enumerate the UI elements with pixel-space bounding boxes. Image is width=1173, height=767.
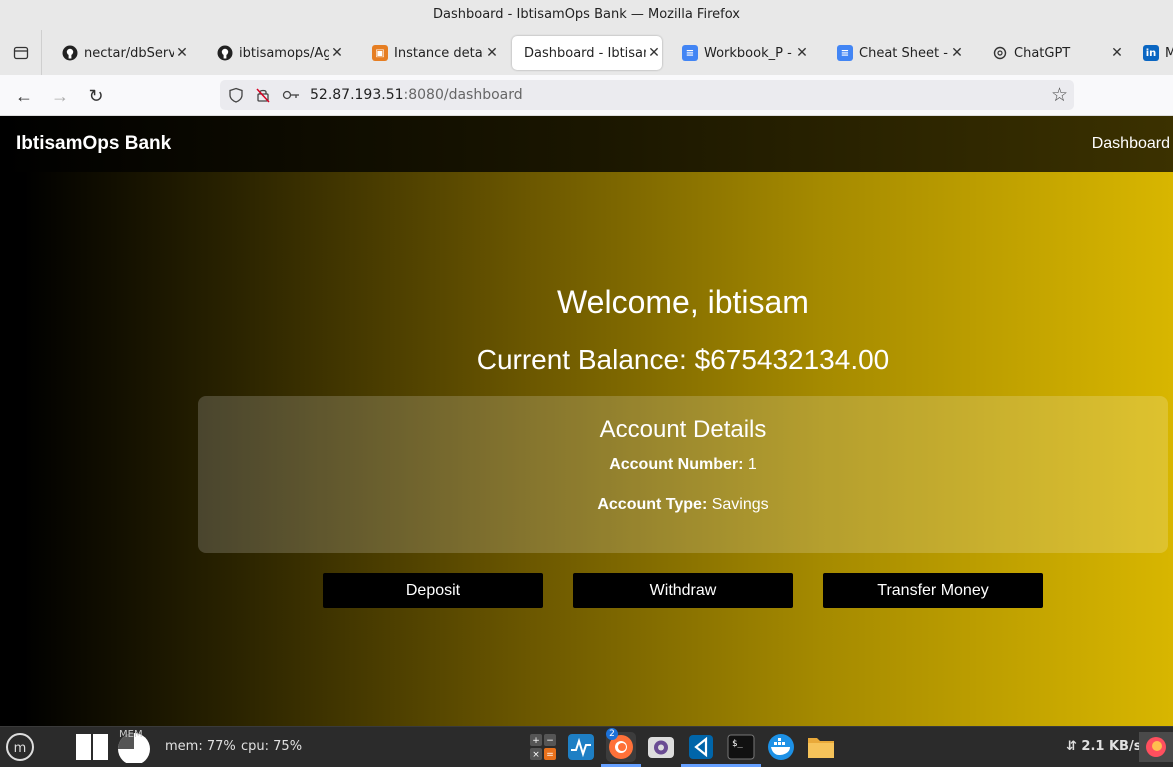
github-icon — [62, 45, 78, 61]
page-viewport: IbtisamOps Bank Dashboard Welcome, ibtis… — [0, 116, 1173, 726]
account-details-title: Account Details — [599, 416, 767, 443]
deposit-button[interactable]: Deposit — [323, 573, 543, 608]
system-monitor-icon[interactable] — [566, 732, 596, 762]
calculator-icon[interactable]: + − × = — [528, 732, 558, 762]
site-brand[interactable]: IbtisamOps Bank — [16, 116, 171, 172]
bookmark-star-icon[interactable]: ☆ — [1051, 84, 1068, 107]
nav-dashboard-link[interactable]: Dashboard — [1092, 116, 1170, 172]
tab-nectar-dbserver[interactable]: nectar/dbServer ✕ — [50, 36, 190, 70]
url-host: 52.87.193.51 — [310, 87, 404, 103]
welcome-heading: Welcome, ibtisam — [557, 284, 809, 320]
current-balance: Current Balance: $675432134.00 — [476, 344, 890, 375]
tab-close-icon[interactable]: ✕ — [1109, 45, 1125, 61]
docker-icon[interactable] — [766, 732, 796, 762]
tab-label: Instance details — [394, 45, 484, 61]
url-path: :8080/dashboard — [403, 87, 523, 103]
tab-workbook[interactable]: ≡ Workbook_P - G ✕ — [670, 36, 810, 70]
linkedin-icon: in — [1143, 45, 1159, 61]
network-speed: ⇵ 2.1 KB/s — [1066, 739, 1142, 754]
tab-label: ibtisamops/Agri — [239, 45, 329, 61]
chatgpt-icon — [992, 45, 1008, 61]
insecure-lock-icon[interactable] — [255, 87, 271, 108]
aws-icon: ▣ — [372, 45, 388, 61]
account-number-row: Account Number: 1 — [198, 456, 1168, 474]
account-type-label: Account Type: — [597, 496, 708, 513]
tab-linkedin[interactable]: in M — [1133, 36, 1173, 70]
tab-list-icon — [13, 46, 28, 59]
tab-label: Workbook_P - G — [704, 45, 794, 61]
back-arrow-icon[interactable]: ← — [11, 83, 37, 109]
tab-close-icon[interactable]: ✕ — [949, 45, 965, 61]
transfer-money-button[interactable]: Transfer Money — [823, 573, 1043, 608]
tab-label: ChatGPT — [1014, 45, 1071, 61]
account-number-value: 1 — [747, 456, 757, 473]
navigation-toolbar: ← → ↻ 52.87.193.51:8080/dashboard ☆ — [0, 75, 1173, 116]
workspace-switcher-icon[interactable] — [75, 732, 109, 762]
tab-instance-details[interactable]: ▣ Instance details ✕ — [360, 36, 500, 70]
forward-arrow-icon[interactable]: → — [47, 83, 73, 109]
svg-text:−: − — [546, 736, 554, 746]
docs-icon: ≡ — [837, 45, 853, 61]
svg-text:=: = — [546, 750, 554, 760]
window-title: Dashboard - IbtisamOps Bank — Mozilla Fi… — [433, 7, 740, 22]
vscode-icon[interactable] — [681, 732, 721, 767]
svg-text:m: m — [14, 741, 27, 756]
mint-menu-icon[interactable]: m — [5, 732, 35, 762]
tab-cheat-sheet[interactable]: ≡ Cheat Sheet - G ✕ — [825, 36, 965, 70]
tab-bar: nectar/dbServer ✕ ibtisamops/Agri ✕ ▣ In… — [0, 30, 1173, 75]
firefox-window-count: 2 — [606, 728, 618, 740]
memory-usage: mem: 77% — [165, 739, 236, 754]
firefox-icon[interactable]: 2 — [601, 728, 641, 767]
tab-close-icon[interactable]: ✕ — [484, 45, 500, 61]
svg-text:×: × — [532, 750, 540, 760]
svg-text:+: + — [532, 736, 540, 746]
tab-dashboard[interactable]: Dashboard - Ibtisam ✕ — [512, 36, 662, 70]
github-icon — [217, 45, 233, 61]
site-header: IbtisamOps Bank Dashboard — [0, 116, 1173, 172]
firefox-tray-icon[interactable] — [1139, 732, 1173, 762]
key-icon[interactable] — [282, 87, 300, 108]
account-details-card: Account Details Account Number: 1 Accoun… — [198, 396, 1168, 553]
tab-ibtisamops-agri[interactable]: ibtisamops/Agri ✕ — [205, 36, 345, 70]
system-taskbar: m MEM mem: 77% cpu: 75% + − × = 2 $_ ⇵ 2.1 … — [0, 726, 1173, 767]
tab-close-icon[interactable]: ✕ — [646, 45, 662, 61]
tab-label: Cheat Sheet - G — [859, 45, 949, 61]
cpu-usage: cpu: 75% — [241, 739, 303, 754]
withdraw-button[interactable]: Withdraw — [573, 573, 793, 608]
window-title-bar: Dashboard - IbtisamOps Bank — Mozilla Fi… — [0, 0, 1173, 30]
tab-close-icon[interactable]: ✕ — [329, 45, 345, 61]
file-manager-icon[interactable] — [806, 732, 836, 762]
memory-graph-icon: MEM — [115, 729, 153, 763]
url-bar[interactable]: 52.87.193.51:8080/dashboard ☆ — [220, 80, 1074, 110]
tab-close-icon[interactable]: ✕ — [174, 45, 190, 61]
tab-close-icon[interactable]: ✕ — [794, 45, 810, 61]
terminal-icon[interactable]: $_ — [721, 732, 761, 767]
screenshot-tool-icon[interactable] — [646, 732, 676, 762]
account-number-label: Account Number: — [609, 456, 744, 473]
tab-list-button[interactable] — [0, 30, 42, 75]
account-type-value: Savings — [711, 496, 769, 513]
tab-label: M — [1165, 45, 1173, 61]
tab-label: nectar/dbServer — [84, 45, 174, 61]
url-text[interactable]: 52.87.193.51:8080/dashboard — [310, 80, 523, 110]
reload-icon[interactable]: ↻ — [83, 83, 109, 109]
docs-icon: ≡ — [682, 45, 698, 61]
account-type-row: Account Type: Savings — [198, 496, 1168, 514]
memory-badge: MEM — [119, 729, 143, 740]
svg-text:$_: $_ — [732, 739, 743, 749]
shield-icon[interactable] — [228, 87, 244, 108]
tab-label: Dashboard - Ibtisam — [524, 45, 646, 61]
tab-chatgpt[interactable]: ChatGPT ✕ — [980, 36, 1125, 70]
